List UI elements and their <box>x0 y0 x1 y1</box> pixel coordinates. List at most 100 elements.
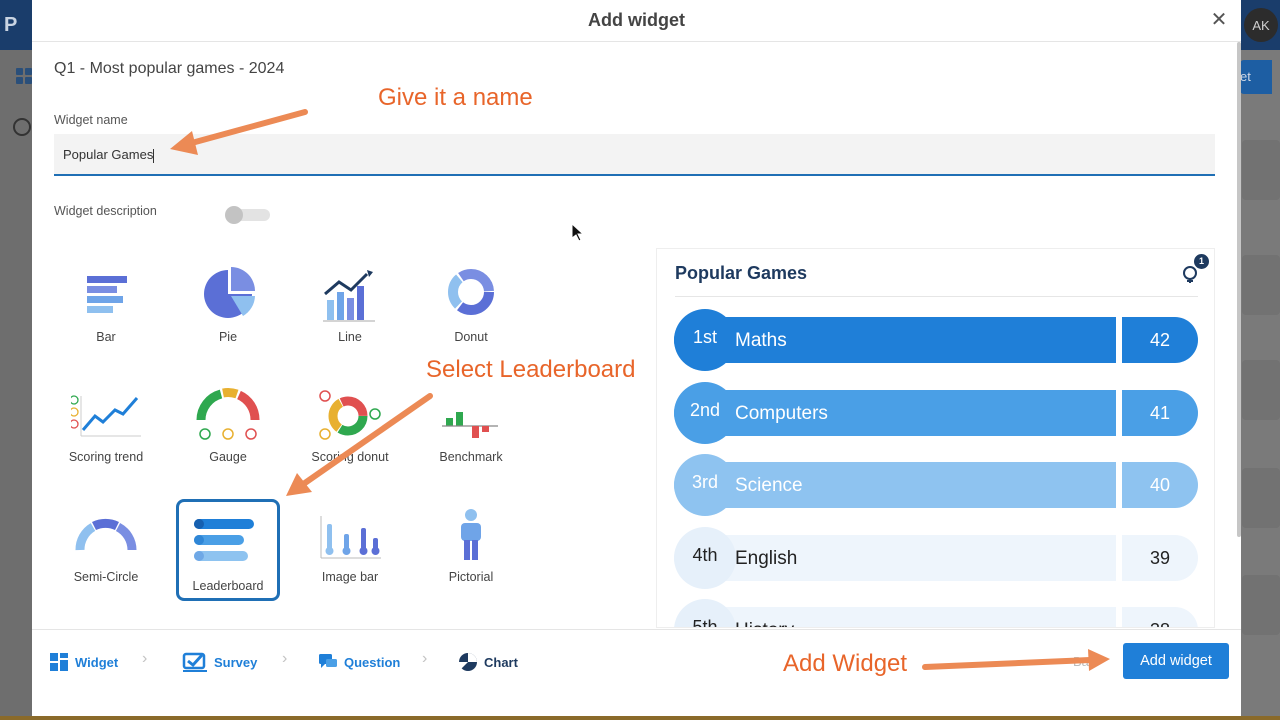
gauge-icon <box>196 388 260 440</box>
widget-type-bar[interactable]: Bar <box>54 250 158 352</box>
widget-name-label: Widget name <box>54 113 128 127</box>
annotation-give-name: Give it a name <box>378 84 533 111</box>
item-name: Maths <box>735 330 787 351</box>
text-caret <box>153 149 154 163</box>
step-label: Chart <box>484 654 518 670</box>
step-widget[interactable]: Widget <box>49 651 118 673</box>
widget-type-semi-circle[interactable]: Semi-Circle <box>54 490 158 592</box>
item-name: Science <box>735 475 803 496</box>
widget-type-leaderboard[interactable]: Leaderboard <box>176 499 280 601</box>
item-name: English <box>735 547 798 569</box>
item-score: 39 <box>1122 534 1198 581</box>
mouse-cursor-icon <box>572 224 584 242</box>
leaderboard-row: 5th History 38 <box>674 599 1199 627</box>
donut-chart-icon <box>448 269 494 315</box>
widget-type-image-bar[interactable]: Image bar <box>298 490 402 592</box>
leaderboard-row: 2nd Computers 41 <box>674 381 1199 444</box>
chevron-right-icon: › <box>422 650 428 667</box>
add-widget-button[interactable]: Add widget <box>1123 643 1229 679</box>
annotation-select-leaderboard: Select Leaderboard <box>426 356 636 383</box>
modal-header: Add widget ✕ <box>32 0 1241 42</box>
step-chart[interactable]: Chart <box>458 651 518 673</box>
widget-type-scoring-trend[interactable]: Scoring trend <box>54 370 158 472</box>
survey-check-icon <box>182 652 207 672</box>
background-button: et <box>1240 60 1272 94</box>
background-card <box>1242 360 1280 420</box>
description-toggle[interactable] <box>225 206 270 224</box>
widget-type-label: Donut <box>454 330 488 344</box>
image-bar-icon <box>320 516 381 559</box>
survey-context-title: Q1 - Most popular games - 2024 <box>54 60 285 77</box>
widget-type-line[interactable]: Line <box>298 250 402 352</box>
step-question[interactable]: Question <box>318 651 400 673</box>
pictorial-icon <box>461 509 481 560</box>
preview-title: Popular Games <box>675 263 808 283</box>
question-chat-icon <box>319 654 337 668</box>
widget-type-label: Pictorial <box>448 570 494 584</box>
rank-label: 2nd <box>689 399 721 420</box>
widget-type-label: Pie <box>218 330 238 344</box>
dashboard-grid-icon <box>16 68 32 84</box>
widget-type-label: Leaderboard <box>192 579 264 593</box>
line-chart-icon <box>323 270 375 322</box>
widget-preview: Popular Games 1 1st Maths 42 2nd Computers 41… <box>656 248 1215 628</box>
rank-label: 3rd <box>691 472 718 492</box>
widget-type-pie[interactable]: Pie <box>176 250 280 352</box>
item-score: 38 <box>1122 607 1198 627</box>
widget-type-benchmark[interactable]: Benchmark <box>419 370 523 472</box>
widget-type-label: Scoring trend <box>68 450 144 464</box>
scoring-trend-icon <box>71 395 141 437</box>
modal-footer: Widget › Survey › Question › Chart Ba Ad… <box>32 629 1241 716</box>
app-logo: P <box>4 14 18 36</box>
semi-circle-icon <box>75 518 137 551</box>
add-widget-modal: Add widget ✕ Q1 - Most popular games - 2… <box>32 0 1241 716</box>
annotation-add-widget: Add Widget <box>783 650 908 677</box>
step-label: Survey <box>214 654 258 670</box>
rank-label: 4th <box>692 544 718 565</box>
chevron-right-icon: › <box>282 650 288 667</box>
leaderboard-row: 3rd Science 40 <box>674 454 1199 516</box>
rank-label: 1st <box>692 327 717 347</box>
bar-chart-icon <box>87 276 127 313</box>
item-score: 42 <box>1122 317 1198 363</box>
widget-type-label: Gauge <box>209 450 247 464</box>
pie-chart-icon <box>204 267 255 318</box>
benchmark-icon <box>442 412 498 438</box>
widget-type-pictorial[interactable]: Pictorial <box>419 490 523 592</box>
background-card <box>1242 575 1280 635</box>
back-button[interactable]: Ba <box>1073 654 1089 669</box>
close-icon[interactable]: ✕ <box>1207 8 1231 32</box>
item-score: 40 <box>1122 462 1198 508</box>
item-score: 41 <box>1122 389 1198 436</box>
widget-grid-icon <box>50 653 68 671</box>
widget-type-label: Bar <box>96 330 116 344</box>
leaderboard-row: 4th English 39 <box>674 526 1199 589</box>
modal-scrollbar[interactable] <box>1237 42 1241 537</box>
background-card <box>1242 468 1280 528</box>
avatar: AK <box>1244 8 1278 42</box>
step-survey[interactable]: Survey <box>182 651 257 673</box>
leaderboard-icon <box>194 519 254 561</box>
preview-divider <box>675 296 1198 297</box>
notification-badge: 1 <box>1194 254 1209 269</box>
chevron-right-icon: › <box>142 650 148 667</box>
background-left-nav <box>0 50 32 720</box>
widget-type-label: Image bar <box>321 570 379 584</box>
leaderboard-row: 1st Maths 42 <box>674 309 1199 371</box>
widget-type-scoring-donut[interactable]: Scoring donut <box>298 370 402 472</box>
background-bottom-strip <box>0 716 1280 720</box>
step-label: Widget <box>75 654 119 670</box>
background-card <box>1242 140 1280 200</box>
item-name: Computers <box>735 402 828 424</box>
chart-pie-icon <box>458 653 477 671</box>
widget-type-donut[interactable]: Donut <box>419 250 523 352</box>
widget-type-label: Scoring donut <box>311 450 389 464</box>
widget-description-label: Widget description <box>54 204 157 218</box>
lightbulb-icon[interactable] <box>1182 265 1198 285</box>
widget-type-gauge[interactable]: Gauge <box>176 370 280 472</box>
background-card <box>1242 255 1280 315</box>
widget-name-input[interactable] <box>54 134 1215 176</box>
widget-type-label: Benchmark <box>439 450 503 464</box>
item-name: History <box>735 620 794 627</box>
step-label: Question <box>344 654 401 670</box>
